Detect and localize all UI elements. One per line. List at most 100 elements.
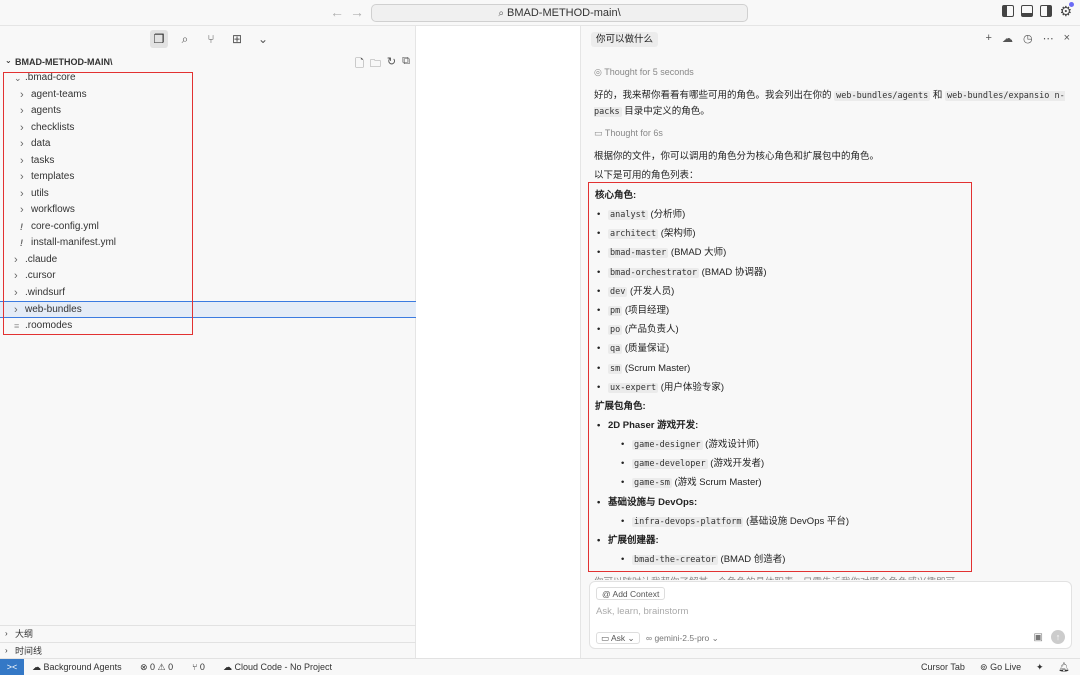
add-context-button[interactable]: @ Add Context: [596, 587, 666, 600]
chat-input-box[interactable]: @ Add Context Ask, learn, brainstorm ▭ A…: [589, 581, 1072, 649]
tree-item[interactable]: ! install-manifest.yml: [0, 235, 416, 252]
tree-item[interactable]: ≡ .roomodes: [0, 318, 416, 335]
tree-item[interactable]: › utils: [0, 186, 416, 203]
chevron-right-icon: ›: [5, 646, 8, 655]
tree-item[interactable]: › agents: [0, 103, 416, 120]
explorer-icon[interactable]: ❐: [150, 30, 168, 48]
extension-roles-heading: 扩展包角色:: [595, 400, 646, 412]
cursor-tab-item[interactable]: Cursor Tab: [921, 659, 965, 675]
thought-indicator[interactable]: ▭ Thought for 6s: [594, 128, 663, 139]
send-button[interactable]: ↑: [1051, 630, 1065, 644]
role-code: bmad-master: [608, 248, 669, 259]
tree-item[interactable]: › checklists: [0, 120, 416, 137]
mode-select[interactable]: ▭ Ask ⌄: [596, 632, 640, 644]
role-code: qa: [608, 344, 623, 355]
cloud-icon: ☁: [223, 662, 232, 672]
extensions-icon[interactable]: ⊞: [228, 30, 246, 48]
timeline-section[interactable]: › 时间线: [0, 642, 416, 659]
tree-item[interactable]: ⌄ .bmad-core: [0, 70, 416, 87]
timeline-label: 时间线: [15, 646, 43, 656]
explorer-root-label: BMAD-METHOD-MAIN\: [15, 57, 113, 67]
role-desc: (项目经理): [622, 304, 670, 316]
new-chat-icon[interactable]: +: [986, 32, 992, 45]
ports-item[interactable]: ⑂ 0: [192, 659, 205, 675]
tree-item-label: checklists: [31, 121, 75, 133]
list-item: bmad-master (BMAD 大师): [595, 243, 975, 262]
back-arrow-icon[interactable]: ←: [330, 4, 344, 20]
list-item: dev (开发人员): [595, 282, 975, 301]
chevron-right-icon: ›: [20, 138, 24, 150]
toggle-panel-icon[interactable]: [1021, 5, 1034, 17]
model-select[interactable]: ∞ gemini-2.5-pro ⌄: [646, 633, 719, 644]
tree-item[interactable]: › .claude: [0, 252, 416, 269]
role-desc: (游戏 Scrum Master): [671, 477, 762, 489]
role-desc: (BMAD 协调器): [699, 266, 767, 278]
chevron-down-icon[interactable]: ⌄: [254, 30, 272, 48]
gear-icon[interactable]: ⚙: [1059, 2, 1074, 18]
role-code: po: [608, 325, 623, 336]
tree-item[interactable]: › workflows: [0, 202, 416, 219]
chevron-down-icon: ⌄: [711, 633, 719, 643]
tree-item[interactable]: ! core-config.yml: [0, 219, 416, 236]
remote-icon[interactable]: ><: [0, 659, 24, 675]
toggle-sidebar-icon[interactable]: [1002, 5, 1015, 17]
tree-item-label: core-config.yml: [31, 220, 99, 232]
intro-text: 和: [930, 90, 946, 101]
role-code: game-developer: [632, 459, 708, 470]
thought-indicator[interactable]: ◎ Thought for 5 seconds: [594, 67, 694, 78]
list-item: pm (项目经理): [595, 301, 975, 320]
chat-tab[interactable]: 你可以做什么: [591, 32, 659, 47]
command-center-search[interactable]: ⌕ BMAD-METHOD-main\: [371, 4, 748, 22]
infinity-icon: ∞: [646, 633, 653, 643]
role-code: sm: [608, 363, 623, 374]
bell-icon[interactable]: 🔔︎: [1058, 659, 1069, 675]
file-icon: ≡: [14, 320, 20, 331]
search-icon[interactable]: ⌕: [176, 30, 194, 48]
go-live-item[interactable]: ⊚ Go Live: [980, 659, 1021, 675]
tree-item[interactable]: › data: [0, 136, 416, 153]
image-icon[interactable]: ▣: [1034, 632, 1043, 643]
tree-item[interactable]: › .cursor: [0, 268, 416, 285]
title-bar: ← → ⌕ BMAD-METHOD-main\ ⚙: [0, 0, 1080, 26]
history-icon[interactable]: ◷: [1023, 32, 1033, 45]
list-item: po (产品负责人): [595, 320, 975, 339]
tree-item-label: .cursor: [25, 270, 56, 281]
tree-item-label: agent-teams: [31, 88, 87, 100]
tree-item-label: .bmad-core: [25, 72, 76, 83]
toggle-secondary-sidebar-icon[interactable]: [1040, 5, 1053, 17]
chevron-right-icon: ›: [20, 154, 24, 167]
tree-item[interactable]: › .windsurf: [0, 285, 416, 302]
role-desc: (基础设施 DevOps 平台): [743, 515, 850, 527]
chevron-right-icon: ›: [20, 105, 24, 117]
problems-item[interactable]: ⊗ 0 ⚠ 0: [140, 659, 173, 675]
tree-item-label: data: [31, 138, 51, 149]
role-desc: (BMAD 创造者): [717, 554, 786, 566]
cloud-icon[interactable]: ☁: [1002, 32, 1013, 45]
explorer-root-header[interactable]: ⌄ BMAD-METHOD-MAIN\ 🗋 🗀 ↻ ⧉: [0, 54, 416, 70]
tree-item[interactable]: › web-bundles: [0, 301, 416, 318]
tree-item[interactable]: › tasks: [0, 153, 416, 170]
more-icon[interactable]: ⋯: [1043, 32, 1054, 45]
chat-input-placeholder[interactable]: Ask, learn, brainstorm: [596, 606, 688, 617]
chevron-down-icon: ⌄: [627, 633, 635, 643]
chat-panel: 你可以做什么 + ☁ ◷ ⋯ × ◎ Thought for 5 seconds…: [581, 26, 1080, 658]
list-item: bmad-orchestrator (BMAD 协调器): [595, 263, 975, 282]
cloud-code-item[interactable]: ☁ Cloud Code - No Project: [223, 659, 332, 675]
sparkle-icon[interactable]: ✦: [1036, 659, 1044, 675]
role-desc: (游戏开发者): [707, 458, 765, 470]
role-code: ux-expert: [608, 382, 659, 393]
close-icon[interactable]: ×: [1064, 32, 1070, 45]
tree-item[interactable]: › agent-teams: [0, 87, 416, 104]
list-item: infra-devops-platform (基础设施 DevOps 平台): [595, 512, 975, 531]
source-control-icon[interactable]: ⑂: [202, 30, 220, 48]
role-code: bmad-the-creator: [632, 555, 718, 566]
background-agents-item[interactable]: ☁ Background Agents: [32, 659, 122, 675]
tree-item[interactable]: › templates: [0, 169, 416, 186]
list-item: game-sm (游戏 Scrum Master): [595, 473, 975, 492]
extension-group: 基础设施与 DevOps:: [595, 493, 975, 512]
list-item: architect (架构师): [595, 224, 975, 243]
forward-arrow-icon[interactable]: →: [350, 4, 364, 20]
status-bar: >< ☁ Background Agents ⊗ 0 ⚠ 0 ⑂ 0 ☁ Clo…: [0, 658, 1080, 675]
outline-section[interactable]: › 大纲: [0, 625, 416, 642]
chevron-right-icon: ›: [14, 304, 18, 316]
